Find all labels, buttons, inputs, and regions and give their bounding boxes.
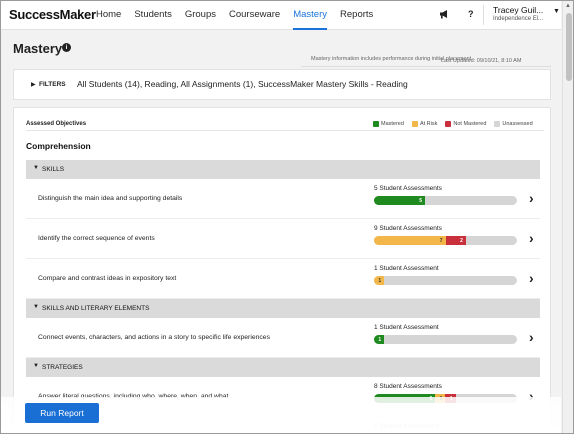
bar-segment-mastered: 5 — [374, 196, 426, 205]
objective-label: Connect events, characters, and actions … — [38, 334, 270, 341]
megaphone-icon[interactable] — [439, 9, 450, 22]
legend-item: At Risk — [411, 121, 438, 127]
segment-count: 5 — [419, 197, 423, 204]
legend-swatch — [373, 121, 379, 127]
domain-title: Comprehension — [26, 141, 91, 151]
assessment-count: 1 Student Assessment — [374, 324, 439, 331]
chevron-down-icon[interactable]: ▼ — [553, 8, 560, 15]
legend-label: At Risk — [419, 121, 438, 127]
user-name: Tracey Guil... — [493, 5, 544, 15]
expand-arrow-icon[interactable]: ▶ — [31, 81, 36, 88]
section-title: SKILLS — [42, 165, 65, 173]
bar-segment-at-risk: 1 — [374, 276, 385, 285]
objective-row[interactable]: Identify the correct sequence of events 9… — [26, 219, 540, 259]
assessed-objectives-label: Assessed Objectives — [26, 121, 87, 127]
filters-label: FILTERS — [39, 81, 66, 88]
mastery-progress-bar: 5 — [374, 196, 517, 205]
bar-segment-not-mastered: 2 — [445, 236, 466, 245]
segment-count: 1 — [378, 277, 382, 284]
top-nav: SuccessMaker Home Students Groups Coursewar… — [1, 1, 561, 30]
nav-courseware[interactable]: Courseware — [229, 9, 280, 20]
collapse-arrow-icon[interactable]: ▼ — [33, 363, 39, 369]
collapse-arrow-icon[interactable]: ▼ — [33, 165, 39, 171]
last-updated: Last Updated: 09/10/21, 8:10 AM — [441, 58, 522, 64]
legend-label: Mastered — [381, 121, 404, 127]
info-icon[interactable]: i — [62, 43, 71, 52]
scrollbar[interactable]: ▲ — [562, 1, 573, 433]
chevron-right-icon[interactable]: › — [529, 270, 534, 286]
legend-swatch — [494, 121, 501, 127]
assessment-count: 5 Student Assessments — [374, 185, 442, 192]
scroll-up-icon[interactable]: ▲ — [565, 3, 571, 9]
nav-students[interactable]: Students — [134, 9, 172, 20]
nav-reports[interactable]: Reports — [340, 9, 373, 20]
mastery-progress-bar: 72 — [374, 236, 517, 245]
scroll-thumb[interactable] — [566, 13, 572, 81]
run-report-button[interactable]: Run Report — [25, 403, 99, 423]
legend-item: Not Mastered — [445, 121, 486, 127]
section-title: STRATEGIES — [42, 363, 83, 371]
objective-row[interactable]: Compare and contrast ideas in expository… — [26, 259, 540, 299]
mastery-progress-bar: 1 — [374, 276, 517, 285]
nav-separator — [483, 5, 484, 25]
user-school: Independence El... — [493, 16, 544, 22]
page-title: Mastery — [13, 41, 63, 56]
assessment-count: 8 Student Assessments — [374, 383, 442, 390]
nav-groups[interactable]: Groups — [185, 9, 216, 20]
objective-label: Compare and contrast ideas in expository… — [38, 275, 177, 282]
bar-segment-at-risk: 7 — [374, 236, 446, 245]
legend-item: Unassessed — [494, 121, 533, 127]
section-header[interactable]: ▼ SKILLS AND LITERARY ELEMENTS — [26, 299, 540, 318]
legend-label: Not Mastered — [453, 121, 487, 127]
app-window: SuccessMaker Home Students Groups Coursewar… — [0, 0, 574, 434]
filters-summary: All Students (14), Reading, All Assignme… — [77, 79, 408, 89]
chevron-right-icon[interactable]: › — [529, 329, 534, 345]
user-menu[interactable]: Tracey Guil... Independence El... ▼ — [493, 5, 560, 22]
chevron-right-icon[interactable]: › — [529, 190, 534, 206]
legend: Mastered At Risk Not Mastered Unassessed — [373, 121, 533, 127]
objective-row[interactable]: Connect events, characters, and actions … — [26, 318, 540, 358]
section-title: SKILLS AND LITERARY ELEMENTS — [42, 304, 150, 312]
bar-segment-mastered: 1 — [374, 335, 385, 344]
help-icon[interactable]: ? — [468, 9, 474, 22]
nav-links: Home Students Groups Courseware Mastery Repor… — [96, 9, 373, 30]
objective-label: Distinguish the main idea and supporting… — [38, 195, 183, 202]
objective-label: Identify the correct sequence of events — [38, 235, 155, 242]
mastery-card: Assessed Objectives Mastered At Risk Not M… — [13, 107, 551, 433]
segment-count: 7 — [439, 237, 443, 244]
segment-count: 2 — [460, 237, 463, 244]
legend-swatch — [411, 121, 418, 127]
assessment-count: 1 Student Assessment — [374, 265, 439, 272]
nav-icons: ? — [439, 9, 474, 22]
note-divider — [301, 66, 551, 67]
nav-home[interactable]: Home — [96, 9, 121, 20]
legend-swatch — [445, 121, 452, 127]
legend-item: Mastered — [373, 121, 404, 127]
legend-label: Unassessed — [502, 121, 533, 127]
assessment-count: 9 Student Assessments — [374, 225, 442, 232]
legend-divider — [26, 130, 544, 131]
objective-row[interactable]: Distinguish the main idea and supporting… — [26, 179, 540, 219]
nav-mastery[interactable]: Mastery — [293, 9, 327, 30]
logo: SuccessMaker — [9, 7, 96, 22]
chevron-right-icon[interactable]: › — [529, 230, 534, 246]
collapse-arrow-icon[interactable]: ▼ — [33, 304, 39, 310]
section-header[interactable]: ▼ SKILLS — [26, 160, 540, 179]
segment-count: 1 — [378, 336, 382, 343]
mastery-progress-bar: 1 — [374, 335, 517, 344]
filters-bar[interactable]: ▶ FILTERS All Students (14), Reading, Al… — [13, 69, 551, 100]
section-header[interactable]: ▼ STRATEGIES — [26, 358, 540, 377]
